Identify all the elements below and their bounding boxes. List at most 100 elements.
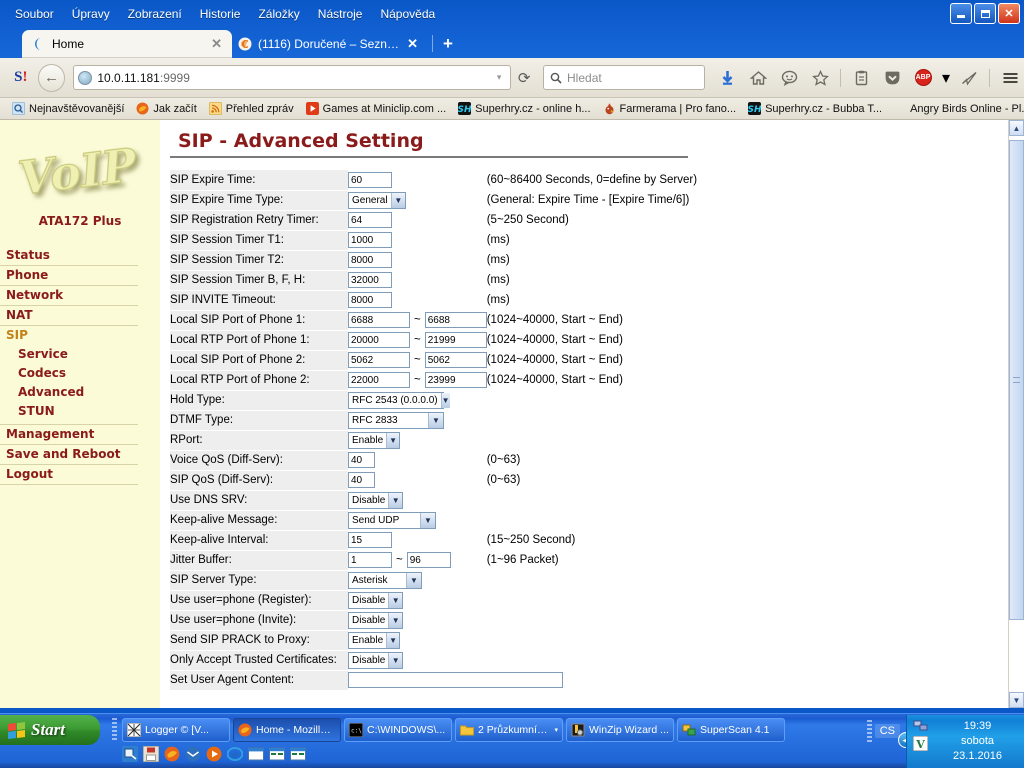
back-button[interactable]: ← <box>37 63 66 92</box>
sip-registration-retry-timer-input[interactable] <box>348 212 392 228</box>
jitter-buffer-max-input[interactable] <box>406 552 451 568</box>
language-indicator[interactable]: CS <box>874 724 900 738</box>
use-userphone-register-select[interactable]: Disable ▼ <box>348 591 403 609</box>
sip-server-type-select[interactable]: Asterisk ▼ <box>348 571 422 589</box>
chevron-down-icon[interactable]: ▾ <box>940 64 952 92</box>
close-button[interactable]: ✕ <box>998 3 1020 24</box>
sidebar-item-network[interactable]: Network <box>0 286 138 306</box>
tab-close-icon[interactable]: ✕ <box>405 36 420 52</box>
scroll-up-button[interactable]: ▲ <box>1009 120 1024 136</box>
sidebar-item-logout[interactable]: Logout <box>0 465 138 485</box>
save-icon[interactable] <box>143 746 159 762</box>
send-icon[interactable] <box>955 64 983 92</box>
sidebar-item-codecs[interactable]: Codecs <box>0 364 138 383</box>
sip-invite-timeout-input[interactable] <box>348 292 392 308</box>
bookmark-superhry-online[interactable]: SH Superhry.cz - online h... <box>452 102 596 115</box>
bookmark-nejnavstevovanejsi[interactable]: Nejnavštěvovanější <box>6 102 130 115</box>
bookmark-prehled-zprav[interactable]: Přehled zpráv <box>203 102 300 115</box>
chat-icon[interactable] <box>775 64 803 92</box>
rport-select[interactable]: Enable ▼ <box>348 431 400 449</box>
new-tab-button[interactable]: + <box>443 35 453 52</box>
show-desktop-icon[interactable] <box>122 746 138 762</box>
maximize-button[interactable] <box>974 3 996 24</box>
firefox-icon[interactable] <box>164 746 180 762</box>
download-icon[interactable] <box>713 64 741 92</box>
sidebar-item-phone[interactable]: Phone <box>0 266 138 286</box>
sidebar-item-status[interactable]: Status <box>0 246 138 266</box>
language-bar-gripper[interactable] <box>867 720 872 742</box>
scrollbar-track[interactable] <box>1009 136 1024 692</box>
sip-expire-time-type-select[interactable]: General ▼ <box>348 191 406 209</box>
local-sip-port-phone2-end-input[interactable] <box>424 352 487 368</box>
scrollbar-thumb[interactable] <box>1009 140 1024 620</box>
set-user-agent-content-input[interactable] <box>348 672 563 688</box>
reload-button[interactable]: ⟳ <box>511 69 537 87</box>
send-sip-prack-select[interactable]: Enable ▼ <box>348 631 400 649</box>
taskbar-item-superscan[interactable]: SuperScan 4.1 <box>677 718 785 742</box>
start-button[interactable]: Start <box>0 715 100 745</box>
menu-item-zalozky[interactable]: Záložky <box>249 4 308 24</box>
local-sip-port-phone1-end-input[interactable] <box>424 312 487 328</box>
tab-close-icon[interactable]: ✕ <box>209 36 224 52</box>
minimize-button[interactable] <box>950 3 972 24</box>
excel-icon[interactable] <box>269 746 285 762</box>
local-rtp-port-phone1-end-input[interactable] <box>424 332 487 348</box>
sip-session-timer-bfh-input[interactable] <box>348 272 392 288</box>
chevron-down-icon[interactable]: ▾ <box>554 726 558 734</box>
taskbar-item-winzip[interactable]: WinZip Wizard ... <box>566 718 674 742</box>
sidebar-item-save-and-reboot[interactable]: Save and Reboot <box>0 445 138 465</box>
sidebar-item-service[interactable]: Service <box>0 345 138 364</box>
local-rtp-port-phone2-start-input[interactable] <box>348 372 410 388</box>
search-box[interactable]: Hledat <box>543 65 706 90</box>
excel-icon[interactable] <box>290 746 306 762</box>
taskbar-item-command-prompt[interactable]: c:\ C:\WINDOWS\... <box>344 718 452 742</box>
sip-session-timer-t2-input[interactable] <box>348 252 392 268</box>
menu-icon[interactable] <box>996 64 1024 92</box>
url-bar[interactable]: 10.0.11.181:9999 ▾ <box>73 65 512 90</box>
local-rtp-port-phone2-end-input[interactable] <box>424 372 487 388</box>
home-icon[interactable] <box>744 64 772 92</box>
sidebar-item-nat[interactable]: NAT <box>0 306 138 326</box>
taskbar-item-logger[interactable]: Logger © [V... <box>122 718 230 742</box>
bookmark-superhry-bubba[interactable]: SH Superhry.cz - Bubba T... <box>742 102 888 115</box>
local-rtp-port-phone1-start-input[interactable] <box>348 332 410 348</box>
ie-icon[interactable]: e <box>227 746 243 762</box>
media-player-icon[interactable] <box>206 746 222 762</box>
keepalive-interval-input[interactable] <box>348 532 392 548</box>
sidebar-item-advanced[interactable]: Advanced <box>0 383 138 402</box>
chevron-down-icon[interactable]: ▾ <box>492 72 507 83</box>
taskbar-gripper[interactable] <box>112 718 117 742</box>
window-icon[interactable] <box>248 746 264 762</box>
outlook-icon[interactable] <box>185 746 201 762</box>
dtmf-type-select[interactable]: RFC 2833 ▼ <box>348 411 444 429</box>
antivirus-icon[interactable]: V <box>913 736 928 751</box>
page-scrollbar[interactable]: ▲ ▼ <box>1008 120 1024 708</box>
taskbar-item-explorer-group[interactable]: 2 Průzkumník... ▾ <box>455 718 563 742</box>
tab-home[interactable]: Home ✕ <box>22 30 232 58</box>
sidebar-item-management[interactable]: Management <box>0 425 138 445</box>
only-accept-trusted-certs-select[interactable]: Disable ▼ <box>348 651 403 669</box>
menu-item-nastroje[interactable]: Nástroje <box>309 4 372 24</box>
bookmark-star-icon[interactable] <box>806 64 834 92</box>
menu-item-napoveda[interactable]: Nápověda <box>371 4 444 24</box>
menu-item-soubor[interactable]: Soubor <box>6 4 63 24</box>
taskbar-clock[interactable]: 19:39 sobota 23.1.2016 <box>953 719 1002 764</box>
bookmark-jak-zacit[interactable]: Jak začít <box>130 102 202 115</box>
voice-qos-input[interactable] <box>348 452 375 468</box>
menu-item-zobrazeni[interactable]: Zobrazení <box>119 4 191 24</box>
bookmark-farmerama[interactable]: Farmerama | Pro fano... <box>597 102 743 115</box>
bookmark-angry-birds[interactable]: Angry Birds Online - Pl... <box>904 103 1024 115</box>
sidebar-item-sip[interactable]: SIP <box>0 326 138 345</box>
bookmark-miniclip[interactable]: Games at Miniclip.com ... <box>300 102 452 115</box>
menu-item-historie[interactable]: Historie <box>191 4 250 24</box>
scroll-down-button[interactable]: ▼ <box>1009 692 1024 708</box>
local-sip-port-phone1-start-input[interactable] <box>348 312 410 328</box>
sip-session-timer-t1-input[interactable] <box>348 232 392 248</box>
sip-expire-time-input[interactable] <box>348 172 392 188</box>
use-userphone-invite-select[interactable]: Disable ▼ <box>348 611 403 629</box>
jitter-buffer-min-input[interactable] <box>348 552 392 568</box>
keepalive-message-select[interactable]: Send UDP ▼ <box>348 511 436 529</box>
tab-seznam-email[interactable]: € (1116) Doručené – Seznam E... ✕ <box>228 30 428 58</box>
use-dns-srv-select[interactable]: Disable ▼ <box>348 491 403 509</box>
taskbar-item-firefox[interactable]: Home - Mozilla ... <box>233 718 341 742</box>
